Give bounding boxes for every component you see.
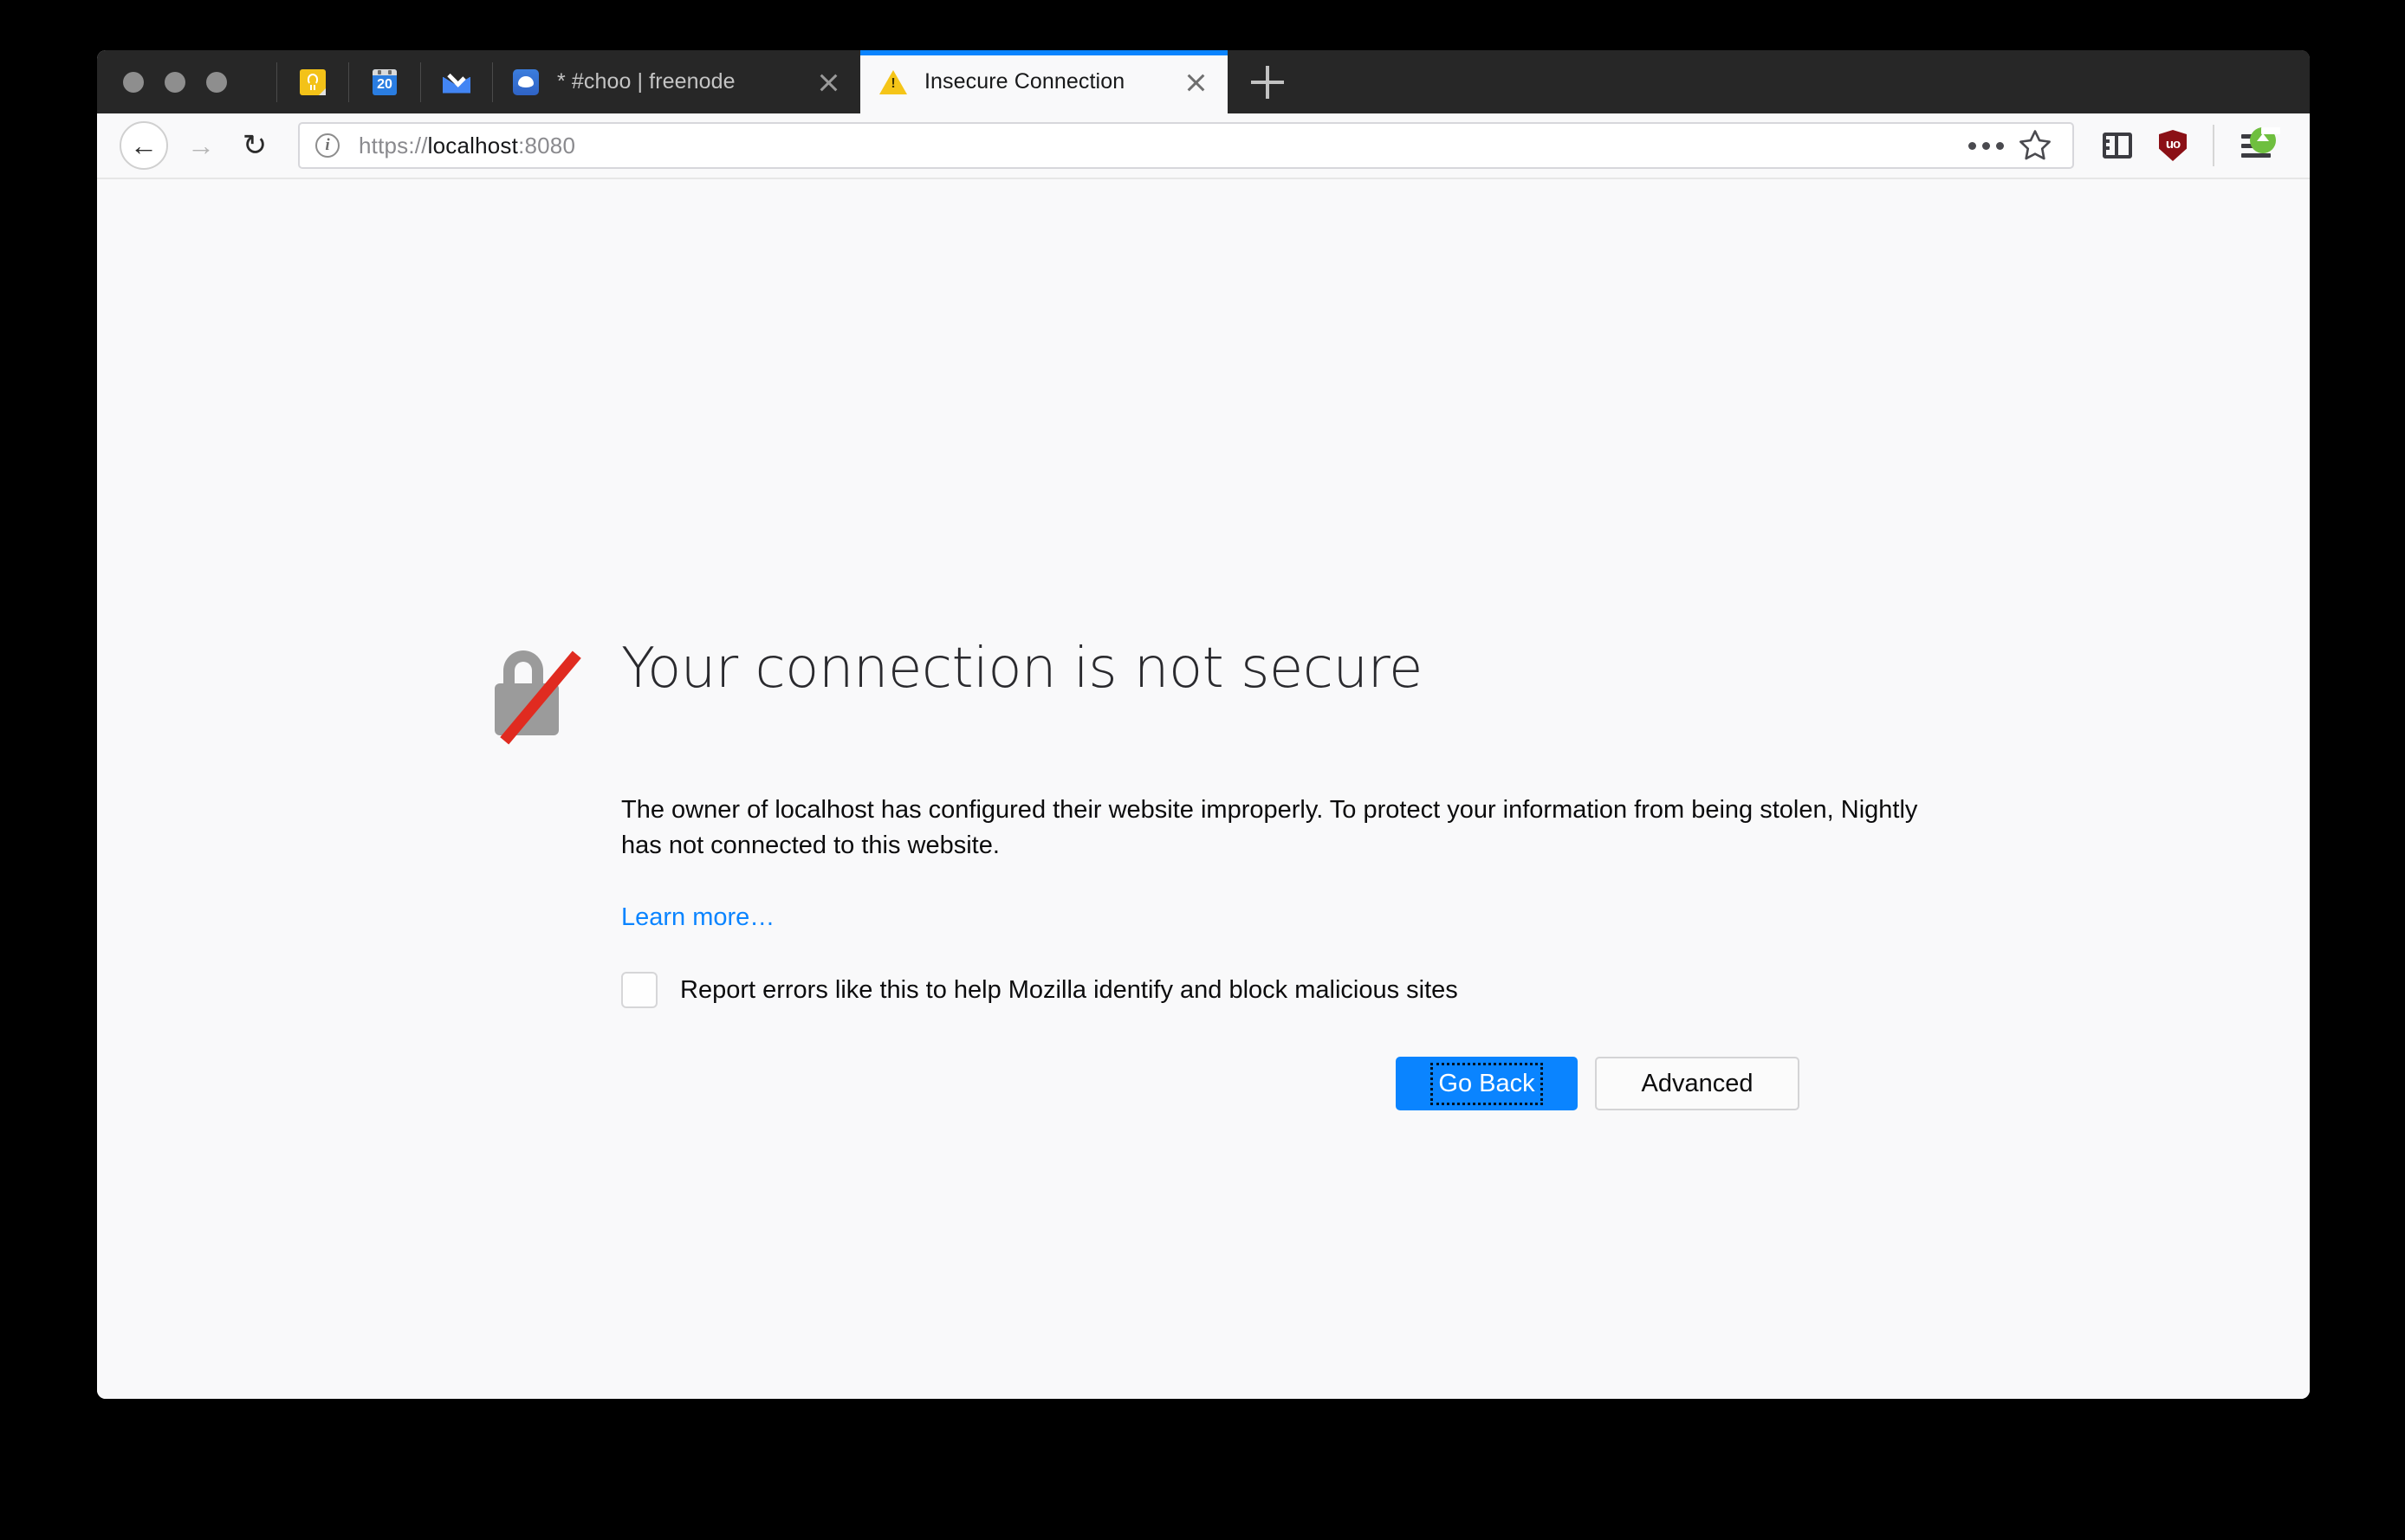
arrow-left-icon: ← [130, 130, 158, 161]
bookmark-star-icon[interactable] [2013, 124, 2057, 167]
tab-strip-empty-area [1307, 50, 2310, 113]
tab-strip: 20 * #choo | freenode Insecure Connectio… [97, 50, 2310, 113]
keep-icon [300, 68, 326, 95]
pinned-tab-google-calendar[interactable]: 20 [349, 50, 420, 113]
advanced-button[interactable]: Advanced [1595, 1057, 1799, 1111]
go-back-button-label: Go Back [1430, 1062, 1543, 1105]
browser-window: 20 * #choo | freenode Insecure Connectio… [97, 50, 2310, 1399]
page-content: Your connection is not secure The owner … [97, 179, 2310, 1399]
navigation-toolbar: ← → ↻ i https://localhost:8080 uo [97, 113, 2310, 179]
inbox-envelope-icon [443, 68, 470, 94]
page-actions-menu-button[interactable] [1965, 126, 2006, 165]
back-button[interactable]: ← [120, 121, 168, 170]
error-page-buttons: Go Back Advanced [491, 1057, 1799, 1111]
url-scheme: https:// [359, 132, 428, 159]
learn-more-link[interactable]: Learn more… [621, 903, 775, 932]
page-action-buttons [1965, 124, 2057, 167]
broken-lock-icon [491, 650, 581, 745]
go-back-button[interactable]: Go Back [1396, 1057, 1578, 1111]
pinned-tab-google-keep[interactable] [277, 50, 348, 113]
update-available-badge [2250, 127, 2280, 153]
close-window-button[interactable] [123, 71, 144, 93]
close-tab-button[interactable] [810, 64, 846, 100]
ublock-origin-button[interactable]: uo [2147, 120, 2199, 171]
maximize-window-button[interactable] [206, 71, 227, 93]
url-port: :8080 [518, 132, 576, 159]
insecure-connection-error-page: Your connection is not secure The owner … [491, 637, 1964, 1111]
calendar-day-number: 20 [377, 77, 392, 92]
choo-cloud-icon [512, 68, 540, 96]
site-information-icon[interactable]: i [315, 133, 340, 158]
window-controls [97, 50, 276, 113]
shield-icon: uo [2159, 130, 2187, 161]
warning-triangle-icon [879, 68, 907, 96]
error-header: Your connection is not secure [491, 637, 1964, 745]
advanced-button-label: Advanced [1641, 1069, 1754, 1097]
tab-insecure-connection[interactable]: Insecure Connection [860, 50, 1228, 113]
dots-icon [1967, 141, 1976, 150]
minimize-window-button[interactable] [165, 71, 185, 93]
calendar-icon: 20 [373, 68, 397, 95]
address-bar[interactable]: i https://localhost:8080 [298, 122, 2074, 169]
new-tab-button[interactable] [1228, 50, 1307, 113]
close-tab-button[interactable] [1177, 64, 1214, 100]
arrow-right-icon: → [187, 130, 215, 161]
report-errors-label: Report errors like this to help Mozilla … [680, 975, 1458, 1004]
url-host: localhost [427, 132, 519, 159]
application-menu-button[interactable] [2228, 120, 2284, 171]
sidebar-icon [2103, 133, 2132, 159]
error-description: The owner of localhost has configured th… [621, 796, 1918, 860]
report-errors-checkbox[interactable] [621, 972, 658, 1009]
ublock-label: uo [2165, 137, 2181, 152]
tab-title: * #choo | freenode [557, 69, 736, 94]
tab-title: Insecure Connection [924, 69, 1125, 94]
page-title: Your connection is not secure [621, 637, 1423, 701]
sidebar-button[interactable] [2091, 120, 2143, 171]
tab-choo-freenode[interactable]: * #choo | freenode [493, 50, 860, 113]
hamburger-icon [2241, 127, 2280, 158]
pinned-tab-inbox[interactable] [421, 50, 492, 113]
toolbar-divider [2213, 125, 2214, 166]
report-errors-row: Report errors like this to help Mozilla … [621, 972, 1964, 1009]
forward-button[interactable]: → [177, 121, 225, 170]
url-input[interactable]: https://localhost:8080 [359, 133, 1965, 159]
reload-icon: ↻ [242, 129, 268, 162]
reload-button[interactable]: ↻ [230, 121, 279, 170]
